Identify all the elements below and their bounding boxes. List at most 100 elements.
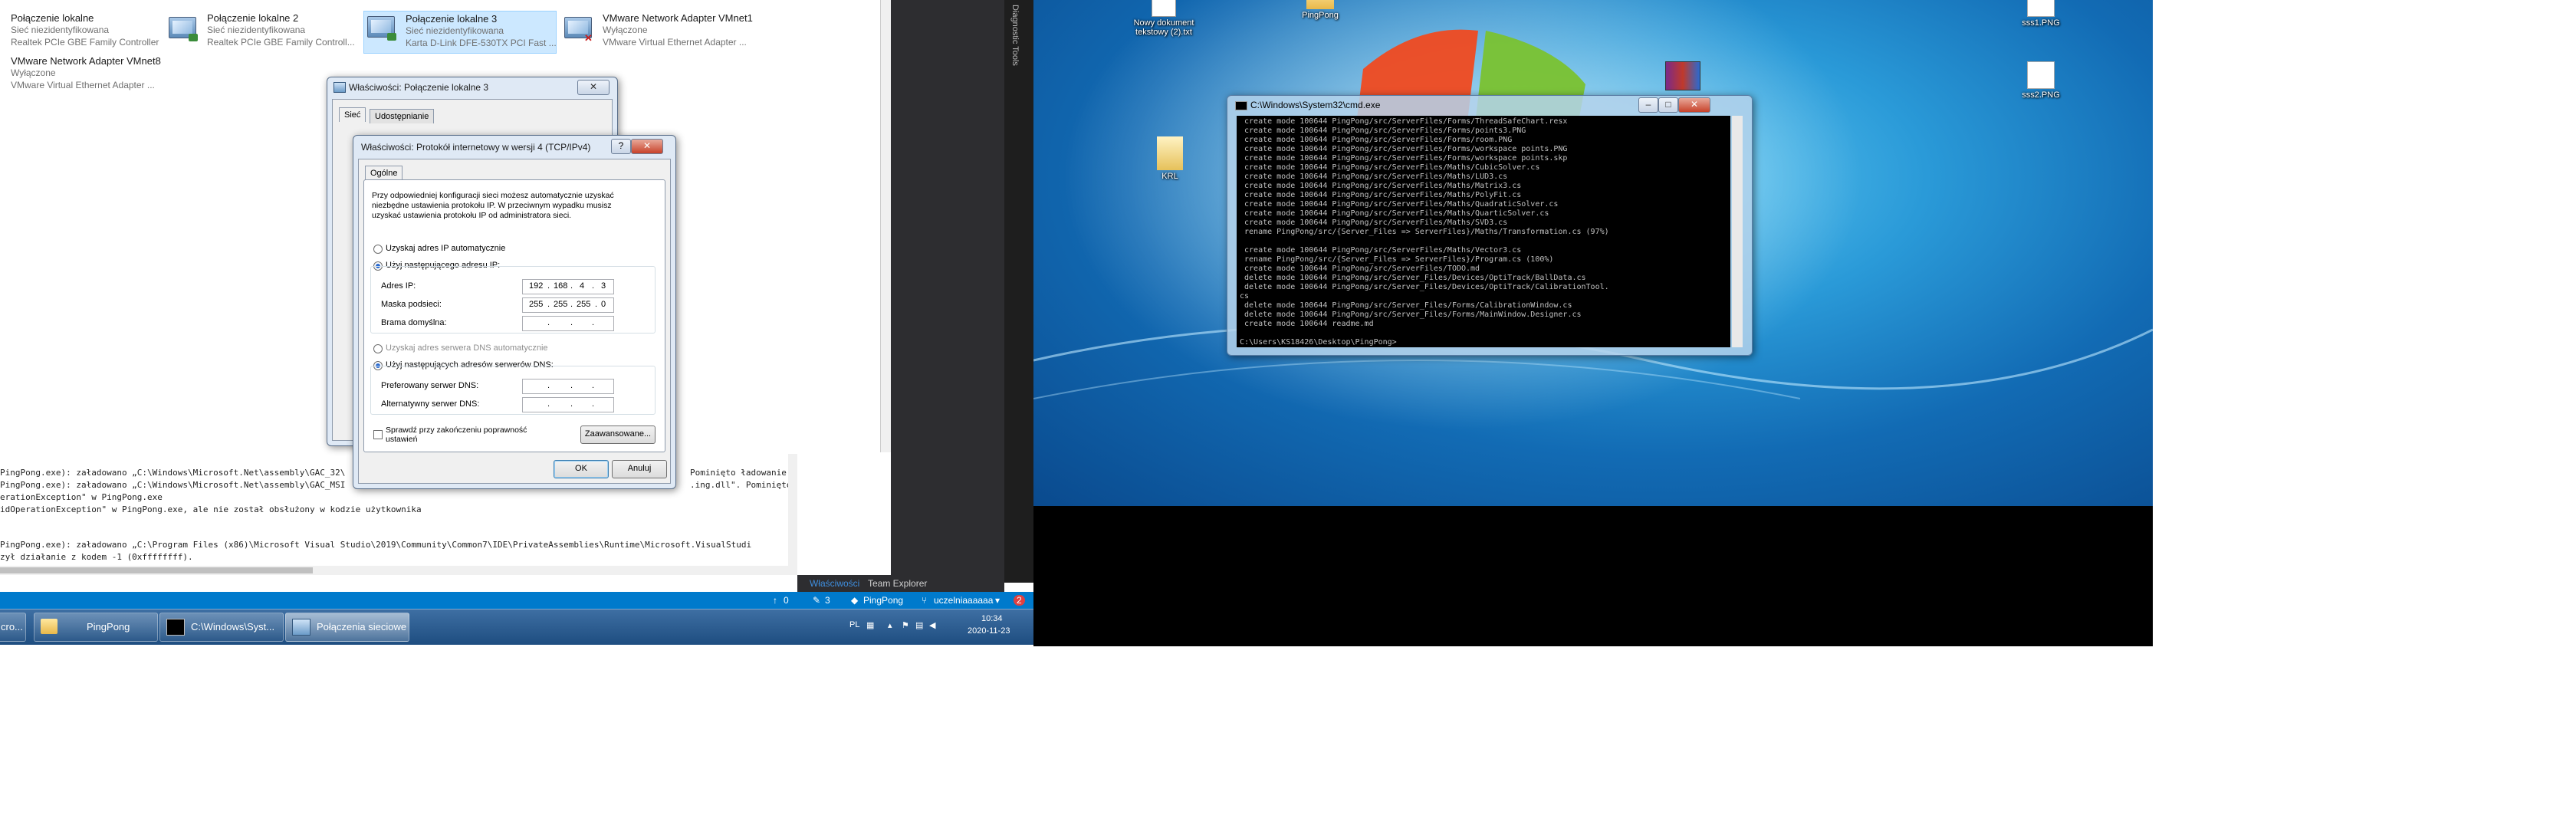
adapter-item[interactable]: VMware Network Adapter VMnet8 Wyłączone … [0,55,176,97]
clock-date[interactable]: 2020-11-23 [968,626,1010,636]
changes-count[interactable]: 3 [825,595,830,606]
repo-name[interactable]: PingPong [863,595,903,606]
cmd-line: rename PingPong/src/{Server_Files => Ser… [1240,228,1609,236]
diagnostic-tools-tab[interactable]: Diagnostic Tools [1010,5,1020,66]
taskbar: cro... PingPong C:\Windows\Syst... Połąc… [0,609,1033,645]
cmd-line: create mode 100644 PingPong/src/ServerFi… [1240,209,1549,218]
cmd-line: rename PingPong/src/{Server_Files => Ser… [1240,255,1554,264]
cmd-output[interactable]: create mode 100644 PingPong/src/ServerFi… [1237,116,1730,347]
tab-team-explorer[interactable]: Team Explorer [868,578,927,589]
up-arrow-icon: ↑ [773,595,777,606]
output-vertical-scrollbar[interactable] [788,454,797,566]
cmd-line: create mode 100644 PingPong/src/ServerFi… [1240,145,1568,153]
image-file-icon [2027,0,2055,17]
text-file-icon [1152,0,1176,17]
tab-sharing[interactable]: Udostępnianie [370,109,435,123]
cmd-line: create mode 100644 PingPong/src/ServerFi… [1240,117,1568,126]
preferred-dns-field[interactable]: ... [522,379,614,394]
error-badge[interactable]: 2 [1014,595,1025,606]
tab-properties[interactable]: Właściwości [810,578,859,589]
cmd-line: delete mode 100644 PingPong/src/Server_F… [1240,301,1572,310]
branch-icon: ⑂ [922,595,928,606]
cmd-line: create mode 100644 PingPong/src/ServerFi… [1240,246,1522,255]
taskbar-item[interactable]: cro... [0,613,26,642]
adapter-status: Sieć niezidentyfikowana [406,25,504,36]
adapter-item[interactable]: Połączenie lokalne 2 Sieć niezidentyfiko… [166,12,357,54]
cable-icon [189,34,198,41]
subnet-mask-field[interactable]: 255. 255. 255. 0 [522,297,614,313]
cancel-button[interactable]: Anuluj [612,460,667,478]
taskbar-item-label: Połączenia sieciowe [317,621,407,632]
general-panel: Przy odpowiedniej konfiguracji sieci moż… [363,179,665,452]
preferred-dns-label: Preferowany serwer DNS: [381,381,479,390]
advanced-button[interactable]: Zaawansowane... [580,426,656,444]
cmd-line: delete mode 100644 PingPong/src/Server_F… [1240,310,1582,319]
vs-tool-strip [1004,0,1033,583]
cmd-line: delete mode 100644 PingPong/src/Server_F… [1240,283,1609,291]
dropdown-arrow-icon: ▾ [995,595,1001,606]
taskbar-item-label: cro... [1,621,23,632]
help-button[interactable]: ? [611,139,631,154]
adapter-status: Wyłączone [11,67,56,78]
ip-address-field[interactable]: 192. 168. 4. 3 [522,279,614,294]
keyboard-icon[interactable]: ▦ [866,620,874,630]
validate-label[interactable]: Sprawdź przy zakończeniu poprawność usta… [386,426,539,444]
dialog-title: Właściwości: Protokół internetowy w wers… [361,142,591,153]
window-scrollbar[interactable] [880,0,892,452]
close-button[interactable]: ✕ [577,80,610,95]
desktop-icon-sss2[interactable]: sss2.PNG [2010,61,2072,100]
cmd-icon [1235,101,1247,110]
tab-network[interactable]: Sieć [339,107,366,122]
alternate-dns-field[interactable]: ... [522,397,614,412]
vs-bottom-tabs: Właściwości Team Explorer [797,575,1004,592]
taskbar-item-network[interactable]: Połączenia sieciowe [285,613,409,642]
speaker-icon[interactable]: ◀ [929,620,935,630]
cmd-line: create mode 100644 PingPong/src/ServerFi… [1240,264,1480,273]
maximize-button[interactable]: □ [1658,97,1678,113]
cmd-line: create mode 100644 PingPong/src/ServerFi… [1240,200,1559,209]
adapter-item-selected[interactable]: Połączenie lokalne 3 Sieć niezidentyfiko… [363,11,557,54]
cmd-line: create mode 100644 PingPong/src/ServerFi… [1240,127,1526,135]
adapter-status: Wyłączone [603,25,648,35]
adapter-item[interactable]: ✕ VMware Network Adapter VMnet1 Wyłączon… [561,12,761,54]
ok-button[interactable]: OK [554,460,609,478]
push-count[interactable]: 0 [784,595,789,606]
winrar-icon[interactable] [1665,61,1700,90]
desktop-icon-krl[interactable]: KRL [1139,136,1201,181]
chevron-up-icon[interactable]: ▴ [888,620,892,630]
validate-checkbox[interactable] [373,430,383,439]
cmd-line: create mode 100644 PingPong/src/ServerFi… [1240,191,1522,199]
desktop-icon-text-file[interactable]: Nowy dokument tekstowy (2).txt [1133,0,1194,37]
adapter-device: VMware Virtual Ethernet Adapter ... [603,37,747,48]
cmd-scrollbar[interactable] [1732,116,1743,347]
clock-time[interactable]: 10:34 [981,614,1003,623]
disabled-icon: ✕ [584,32,593,44]
desktop-icon-sss1[interactable]: sss1.PNG [2010,0,2072,28]
adapter-item[interactable]: Połączenie lokalne Sieć niezidentyfikowa… [0,12,176,54]
gateway-field[interactable]: ... [522,316,614,331]
auto-dns-label[interactable]: Uzyskaj adres serwera DNS automatycznie [386,343,548,353]
close-button[interactable]: ✕ [631,139,663,154]
description-text: Przy odpowiedniej konfiguracji sieci moż… [372,191,614,220]
tab-general[interactable]: Ogólne [365,166,403,180]
flag-icon[interactable]: ⚑ [902,620,909,630]
desktop-icon-label: PingPong [1302,11,1339,20]
scrollbar-thumb[interactable] [0,567,313,573]
auto-ip-label[interactable]: Uzyskaj adres IP automatycznie [386,244,505,253]
adapter-status: Sieć niezidentyfikowana [11,25,110,35]
taskbar-item-cmd[interactable]: C:\Windows\Syst... [159,613,284,642]
taskbar-item-pingpong[interactable]: PingPong [34,613,158,642]
gateway-label: Brama domyślna: [381,318,447,327]
adapter-name: Połączenie lokalne 2 [207,12,299,24]
cmd-line: create mode 100644 PingPong/src/ServerFi… [1240,172,1508,181]
desktop-icon-label: sss2.PNG [2022,90,2060,100]
auto-ip-radio[interactable] [373,245,383,254]
auto-dns-radio[interactable] [373,344,383,353]
network-tray-icon[interactable]: ▤ [915,620,923,630]
minimize-button[interactable]: – [1638,97,1658,113]
close-button[interactable]: ✕ [1678,97,1710,113]
branch-name[interactable]: uczelniaaaaaa [934,595,993,606]
image-file-icon [2027,61,2055,89]
language-indicator[interactable]: PL [849,620,859,629]
desktop-icon-pingpong[interactable]: PingPong [1290,0,1351,20]
